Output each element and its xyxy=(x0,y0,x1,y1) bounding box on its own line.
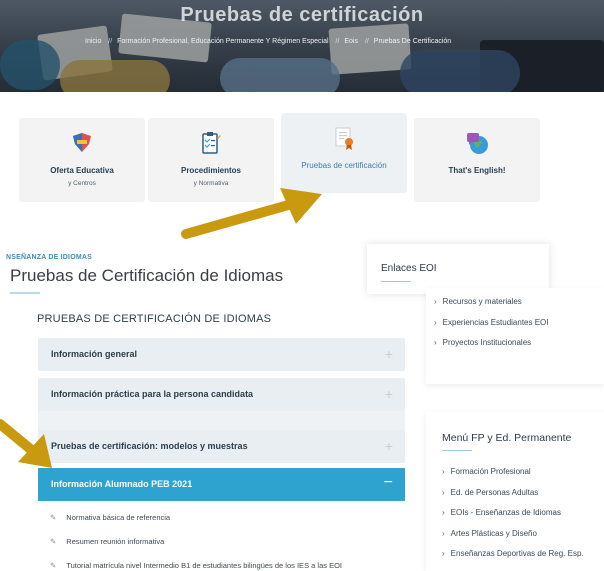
globe-chat-icon xyxy=(467,133,488,154)
list-item[interactable]: › Ed. de Personas Adultas xyxy=(442,488,584,509)
document-link[interactable]: ✎ Normativa básica de referencia xyxy=(50,513,170,522)
chevron-right-icon: › xyxy=(434,317,437,327)
collapse-icon[interactable]: − xyxy=(384,474,393,492)
chevron-right-icon: › xyxy=(434,338,437,347)
page-hero-title: Pruebas de certificación xyxy=(180,4,424,26)
card-title: Oferta Educativa xyxy=(50,166,114,175)
breadcrumb-item-eois[interactable]: Eois xyxy=(344,38,358,45)
breadcrumb-separator: // xyxy=(108,38,113,45)
card-subtitle: y Centros xyxy=(68,180,96,187)
list-item[interactable]: › Enseñanzas Deportivas de Reg. Esp. xyxy=(442,549,584,570)
document-link[interactable]: ✎ Resumen reunión informativa xyxy=(50,537,164,546)
enlaces-eoi-list: › Recursos y materiales › Experiencias Est… xyxy=(434,297,549,359)
certificate-icon xyxy=(335,127,353,150)
pointer-arrow-icon xyxy=(181,188,322,239)
breadcrumb-separator: // xyxy=(364,38,369,45)
accordion-item-informacion-practica[interactable]: Información práctica para la persona can… xyxy=(38,378,405,411)
expand-icon[interactable]: + xyxy=(385,386,393,402)
card-title: That's English! xyxy=(448,166,506,175)
card-oferta-educativa[interactable]: Oferta Educativa y Centros xyxy=(19,118,145,202)
section-kicker: NSEÑANZA DE IDIOMAS xyxy=(6,254,92,261)
list-item[interactable]: › Proyectos Institucionales xyxy=(434,338,549,359)
chevron-right-icon: › xyxy=(442,528,445,538)
clipboard-checklist-icon xyxy=(202,132,221,154)
breadcrumb-separator: // xyxy=(335,38,340,45)
card-thats-english[interactable]: That's English! xyxy=(414,118,540,202)
menu-fp-list: › Formación Profesional › Ed. de Personas … xyxy=(442,467,584,570)
attachment-icon: ✎ xyxy=(50,537,57,546)
breadcrumb-item-current: Pruebas De Certificación xyxy=(373,38,452,45)
menu-fp-panel: Menú FP y Ed. Permanente › Formación Prof… xyxy=(426,412,604,571)
accordion-item-informacion-general[interactable]: Información general + xyxy=(38,338,405,371)
document-link[interactable]: ✎ Tutorial matrícula nivel Intermedio B1 … xyxy=(50,561,342,570)
accordion-item-alumnado-peb-2021[interactable]: Información Alumnado PEB 2021 − xyxy=(38,468,405,501)
chevron-right-icon: › xyxy=(442,467,445,476)
list-item[interactable]: › Formación Profesional xyxy=(442,467,584,488)
hero-banner: Pruebas de certificación Inicio // Forma… xyxy=(0,0,604,92)
enlaces-eoi-list-panel: › Recursos y materiales › Experiencias Est… xyxy=(426,288,604,384)
expand-icon[interactable]: + xyxy=(385,438,393,454)
accordion-item-label: Información general xyxy=(51,349,138,359)
breadcrumb-item-fp[interactable]: Formación Profesional, Educación Permane… xyxy=(117,38,328,45)
card-title: Procedimientos xyxy=(180,166,241,175)
expand-icon[interactable]: + xyxy=(385,346,393,362)
menu-fp-heading: Menú FP y Ed. Permanente xyxy=(442,432,572,444)
list-item[interactable]: › EOIs - Enseñanzas de Idiomas xyxy=(442,508,584,529)
accordion-item-label: Información práctica para la persona can… xyxy=(51,389,254,399)
accordion-item-modelos-muestras[interactable]: Pruebas de certificación: modelos y mues… xyxy=(38,430,405,463)
chevron-right-icon: › xyxy=(442,508,445,517)
list-item[interactable]: › Experiencias Estudiantes EOI xyxy=(434,318,549,339)
attachment-icon: ✎ xyxy=(50,561,57,570)
heading-divider xyxy=(442,450,472,451)
accordion-heading: PRUEBAS DE CERTIFICACIÓN DE IDIOMAS xyxy=(37,313,272,325)
enlaces-eoi-heading: Enlaces EOI xyxy=(381,263,437,274)
list-item[interactable]: › Recursos y materiales xyxy=(434,297,549,318)
section-title: Pruebas de Certificación de Idiomas xyxy=(10,266,284,285)
flag-map-icon xyxy=(73,133,91,152)
heading-divider xyxy=(381,281,411,282)
accordion-item-label: Información Alumnado PEB 2021 xyxy=(51,479,193,489)
attachment-icon: ✎ xyxy=(50,513,57,522)
chevron-right-icon: › xyxy=(434,297,437,306)
chevron-right-icon: › xyxy=(442,487,445,497)
pointer-arrow-icon xyxy=(0,419,52,468)
breadcrumb: Inicio // Formación Profesional, Educaci… xyxy=(85,38,453,45)
card-title: Pruebas de certificación xyxy=(301,161,387,170)
title-divider xyxy=(10,292,40,294)
list-item[interactable]: › Artes Plásticas y Diseño xyxy=(442,529,584,550)
breadcrumb-item-inicio[interactable]: Inicio xyxy=(85,38,101,45)
chevron-right-icon: › xyxy=(442,549,445,558)
accordion-item-label: Pruebas de certificación: modelos y mues… xyxy=(51,441,248,451)
accordion-spacer xyxy=(38,411,405,430)
enlaces-eoi-panel: Enlaces EOI xyxy=(367,244,549,294)
